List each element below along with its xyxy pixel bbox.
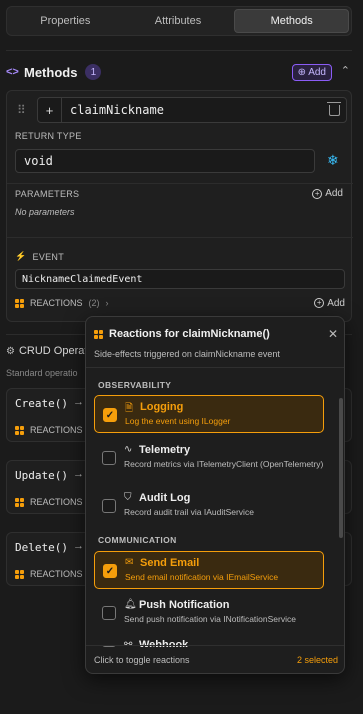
code-icon: <> [6,66,19,78]
crud-icon: ⚙ [6,345,15,357]
reactions-grid-icon [15,569,24,579]
bell-icon: 🔔︎ [124,599,137,610]
methods-header: <> Methods 1 ⊕ Add ⌃ [6,62,352,82]
mail-icon: ✉ [125,557,134,568]
reaction-desc: Send push notification via INotification… [124,614,296,624]
plus-circle-icon: + [312,188,323,199]
crud-method-name: Delete() [15,541,68,554]
crud-reactions[interactable]: REACTIONS [15,569,83,579]
checkbox[interactable] [102,606,116,620]
pulse-icon: ∿ [124,444,133,455]
crud-subtitle: Standard operatio [6,368,78,378]
shield-icon: ⛉ [124,492,132,503]
arrow-right-icon: → [73,468,84,480]
add-method-label: Add [308,66,326,78]
event-header: ⚡ EVENT [15,251,64,262]
divider [7,237,353,238]
return-type-label: RETURN TYPE [15,131,82,141]
crud-reactions[interactable]: REACTIONS [15,497,83,507]
reaction-item-audit-log[interactable]: ⛉ Audit Log Record audit trail via IAudi… [94,487,324,525]
parameters-label: PARAMETERS [15,189,80,199]
methods-title: Methods [24,64,78,80]
crud-reactions[interactable]: REACTIONS [15,425,83,435]
reactions-count: (2) [88,298,100,308]
divider [6,50,352,51]
checkbox-checked[interactable]: ✓ [103,408,117,422]
trash-icon[interactable] [327,101,341,116]
crud-header[interactable]: ⚙ CRUD Operat [6,345,87,357]
crud-method-name: Create() [15,397,68,410]
chevron-right-icon: › [105,298,109,308]
chevron-up-icon[interactable]: ⌃ [341,64,350,77]
event-input[interactable]: NicknameClaimedEvent [15,269,345,289]
reactions-popover: Reactions for claimNickname() ✕ Side-eff… [85,316,345,674]
method-card: ⠿ + claimNickname RETURN TYPE void ❄ PAR… [6,90,353,322]
crud-reactions-label: REACTIONS [30,569,83,579]
crud-method-name: Update() [15,469,68,482]
scrollbar[interactable] [339,398,343,538]
plus-icon[interactable]: + [38,98,62,122]
reactions-grid-icon [15,425,24,435]
tab-bar: Properties Attributes Methods [6,6,352,36]
add-parameter-button[interactable]: + Add [312,188,343,199]
no-parameters-text: No parameters [15,207,75,217]
reaction-desc: Record audit trail via IAuditService [124,507,254,517]
reaction-title: Logging [140,401,184,413]
section-observability: OBSERVABILITY [98,380,172,390]
reaction-desc: Log the event using ILogger [125,416,231,426]
tab-methods[interactable]: Methods [234,9,350,33]
event-label: EVENT [32,251,65,262]
close-icon[interactable]: ✕ [328,327,338,341]
checkbox[interactable] [102,499,116,513]
reactions-label: REACTIONS [30,298,83,308]
reactions-row[interactable]: REACTIONS (2) › + Add [15,296,345,310]
checkbox-checked[interactable]: ✓ [103,564,117,578]
divider [7,183,353,184]
methods-count-badge: 1 [85,64,102,80]
lightning-icon: ⚡ [15,251,27,261]
reaction-item-push-notification[interactable]: 🔔︎ Push Notification Send push notificat… [94,594,324,632]
add-parameter-label: Add [325,188,343,199]
reaction-title: Push Notification [139,599,230,611]
arrow-right-icon: → [73,540,84,552]
add-reaction-label: Add [327,297,345,309]
reaction-title: Telemetry [139,444,191,456]
reaction-item-send-email[interactable]: ✓ ✉ Send Email Send email notification v… [94,551,324,589]
crud-title: CRUD Operat [18,345,88,357]
reaction-title: Send Email [140,557,200,569]
checkbox[interactable] [102,451,116,465]
section-communication: COMMUNICATION [98,535,177,545]
reaction-desc: Send email notification via IEmailServic… [125,572,279,582]
popover-title: Reactions for claimNickname() [109,328,270,340]
plus-circle-icon: + [314,298,325,308]
crud-reactions-label: REACTIONS [30,497,83,507]
method-name: claimNickname [70,103,164,117]
reactions-grid-icon [94,329,103,339]
add-reaction-button[interactable]: + Add [314,298,345,309]
popover-header: Reactions for claimNickname() ✕ [94,327,338,341]
return-type-input[interactable]: void [15,149,315,173]
reactions-grid-icon [15,497,24,507]
crud-reactions-label: REACTIONS [30,425,83,435]
reaction-desc: Record metrics via ITelemetryClient (Ope… [124,459,324,469]
reactions-grid-icon [15,298,24,308]
reactions-list[interactable]: OBSERVABILITY ✓ 🗎 Logging Log the event … [86,367,344,647]
add-method-button[interactable]: ⊕ Add [291,63,332,81]
tab-properties[interactable]: Properties [9,9,122,33]
snowflake-icon[interactable]: ❄ [327,152,339,169]
popover-subtitle: Side-effects triggered on claimNickname … [94,349,280,359]
arrow-right-icon: → [73,396,84,408]
footer-hint: Click to toggle reactions [94,654,190,665]
drag-handle-icon[interactable]: ⠿ [17,103,26,117]
reaction-title: Audit Log [139,492,191,504]
reaction-item-logging[interactable]: ✓ 🗎 Logging Log the event using ILogger [94,395,324,433]
tab-attributes[interactable]: Attributes [122,9,235,33]
method-name-field[interactable]: + claimNickname [37,97,347,123]
popover-footer: Click to toggle reactions 2 selected [86,645,344,673]
reaction-item-telemetry[interactable]: ∿ Telemetry Record metrics via ITelemetr… [94,439,324,483]
selected-count: 2 selected [296,654,338,665]
